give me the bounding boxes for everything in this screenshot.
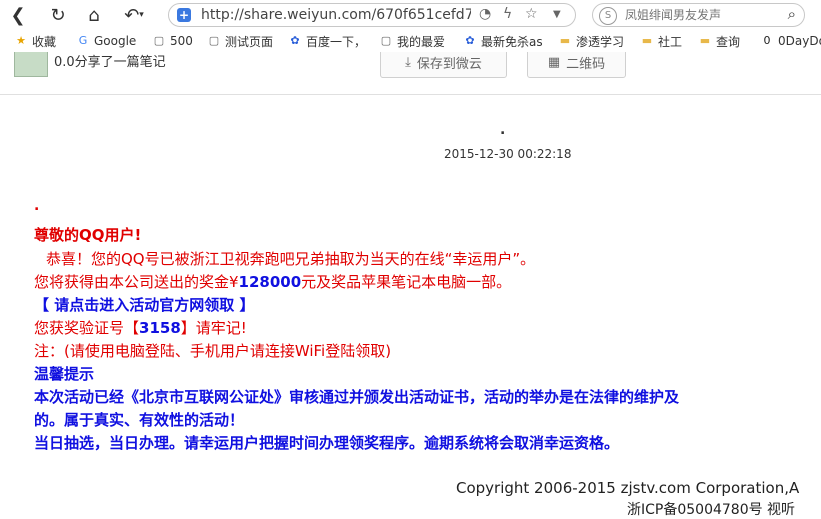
bookmark-item[interactable]: G Google — [76, 32, 137, 50]
tips-line-3: 当日抽选，当日办理。请幸运用户把握时间办理领奖程序。逾期系统将会取消幸运资格。 — [34, 434, 620, 452]
folder-icon: ▬ — [559, 34, 571, 47]
link-text[interactable]: 【 请点击进入活动官方网领取 】 — [34, 296, 254, 314]
bookmark-item[interactable]: ▬ 社工 — [640, 32, 682, 50]
folder-icon: ▬ — [699, 34, 711, 47]
prize-amount: 128000 — [238, 273, 302, 291]
note-share-title: 0.0分享了一篇笔记 — [54, 55, 166, 70]
bookmark-label: Google — [94, 34, 137, 48]
qrcode-button[interactable]: ▦ 二维码 — [527, 52, 626, 78]
bookmark-item[interactable]: ▬ 渗透学习 — [558, 32, 624, 50]
search-input[interactable] — [623, 7, 777, 23]
bookmark-label: 0DayDo — [778, 34, 821, 48]
code-prefix: 您获奖验证号【 — [34, 319, 140, 337]
bookmark-item[interactable]: ▢ 测试页面 — [207, 32, 273, 50]
greeting: 尊敬的QQ用户! — [34, 226, 142, 244]
bookmark-item[interactable]: ✿ 最新免杀as — [463, 32, 543, 50]
bookmark-item[interactable]: 0 0DayDo — [760, 32, 821, 50]
search-box[interactable]: S ⌕ — [592, 3, 805, 27]
bookmark-label: 测试页面 — [225, 34, 274, 49]
code-suffix: 】请牢记! — [180, 319, 247, 337]
bookmark-label: 500 — [170, 34, 193, 48]
page-icon: ▢ — [380, 34, 392, 47]
baidu-paw-icon: ✿ — [465, 34, 475, 47]
claim-link[interactable]: 【 请点击进入活动官方网领取 】 — [34, 294, 254, 315]
undo-icon[interactable]: ↶ ▾ — [116, 3, 152, 27]
bookmarks-bar: ★ 收藏 G Google ▢ 500 ▢ 测试页面 ✿ 百度一下， ▢ 我的最爱 ✿ 最新免杀as ▬ 渗透… — [0, 30, 821, 52]
search-engine-icon[interactable]: S — [599, 7, 617, 25]
qrcode-icon: ▦ — [547, 54, 561, 70]
copyright-text: Copyright 2006-2015 zjstv.com Corporatio… — [456, 479, 800, 497]
dropdown-icon[interactable]: ▼ — [553, 9, 561, 20]
bookmark-label: 渗透学习 — [576, 34, 625, 49]
lightning-icon[interactable]: ϟ — [503, 6, 512, 22]
bookmark-label: 百度一下， — [306, 34, 367, 49]
bookmark-label: 查询 — [716, 34, 741, 49]
tips-title: 温馨提示 — [34, 365, 95, 383]
bookmark-label: 收藏 — [32, 34, 57, 49]
prize-line: 您将获得由本公司送出的奖金¥128000元及奖品苹果笔记本电脑一部。 — [34, 271, 511, 292]
separator-dot: . — [500, 122, 506, 138]
congrats-line: 恭喜！您的QQ号已被浙江卫视奔跑吧兄弟抽取为当天的在线“幸运用户”。 — [46, 250, 536, 268]
back-icon[interactable]: ❮ — [6, 3, 30, 27]
favorite-star-icon[interactable]: ☆ — [525, 6, 538, 22]
verification-line: 您获奖验证号【3158】请牢记! — [34, 317, 247, 338]
page-icon: ▢ — [153, 34, 165, 47]
login-note: 注：(请使用电脑登陆、手机用户请连接WiFi登陆领取) — [34, 342, 392, 360]
share-header: 0.0分享了一篇笔记 ⤓ 保存到微云 ▦ 二维码 — [0, 52, 821, 95]
prize-prefix: 您将获得由本公司送出的奖金¥ — [34, 273, 239, 291]
folder-icon: ▬ — [641, 34, 653, 47]
secure-site-icon: + — [177, 8, 191, 22]
google-icon: G — [78, 34, 88, 47]
tips-line-2: 的。属于真实、有效性的活动！ — [34, 411, 245, 429]
search-icon[interactable]: ⌕ — [788, 5, 796, 23]
zeroday-icon: 0 — [763, 34, 771, 47]
icp-text: 浙ICP备05004780号 视听 — [627, 502, 796, 518]
baidu-paw-icon: ✿ — [290, 34, 300, 47]
browser-toolbar: ❮ ↻ ⌂ ↶ ▾ + http://share.weiyun.com/670f6… — [0, 0, 821, 30]
bookmark-item[interactable]: ▬ 查询 — [698, 32, 740, 50]
bookmark-label: 我的最爱 — [397, 34, 446, 49]
bookmark-item[interactable]: ✿ 百度一下， — [288, 32, 366, 50]
bookmark-item[interactable]: ▢ 500 — [152, 32, 193, 50]
download-icon: ⤓ — [405, 54, 411, 70]
tips-line-1: 本次活动已经《北京市互联网公证处》审核通过并颁发出活动证书，活动的举办是在法律的… — [34, 388, 680, 406]
home-icon[interactable]: ⌂ — [82, 3, 106, 27]
speed-icon[interactable]: ◔ — [479, 6, 491, 22]
save-to-weiyun-button[interactable]: ⤓ 保存到微云 — [380, 52, 507, 78]
prize-suffix: 元及奖品苹果笔记本电脑一部。 — [301, 273, 512, 291]
url-text[interactable]: http://share.weiyun.com/670f651cefd79c — [201, 7, 471, 23]
page-icon: ▢ — [208, 34, 220, 47]
refresh-icon[interactable]: ↻ — [46, 3, 70, 27]
bookmark-item[interactable]: ▢ 我的最爱 — [379, 32, 445, 50]
red-dot: . — [34, 198, 40, 214]
address-bar[interactable]: + http://share.weiyun.com/670f651cefd79c… — [168, 3, 576, 27]
bookmark-label: 最新免杀as — [481, 34, 543, 49]
bookmark-item[interactable]: ★ 收藏 — [14, 32, 56, 50]
verification-code: 3158 — [139, 319, 181, 337]
star-icon: ★ — [16, 34, 26, 47]
note-thumbnail — [14, 52, 48, 77]
note-timestamp: 2015-12-30 00:22:18 — [444, 147, 572, 161]
bookmark-label: 社工 — [658, 34, 683, 49]
